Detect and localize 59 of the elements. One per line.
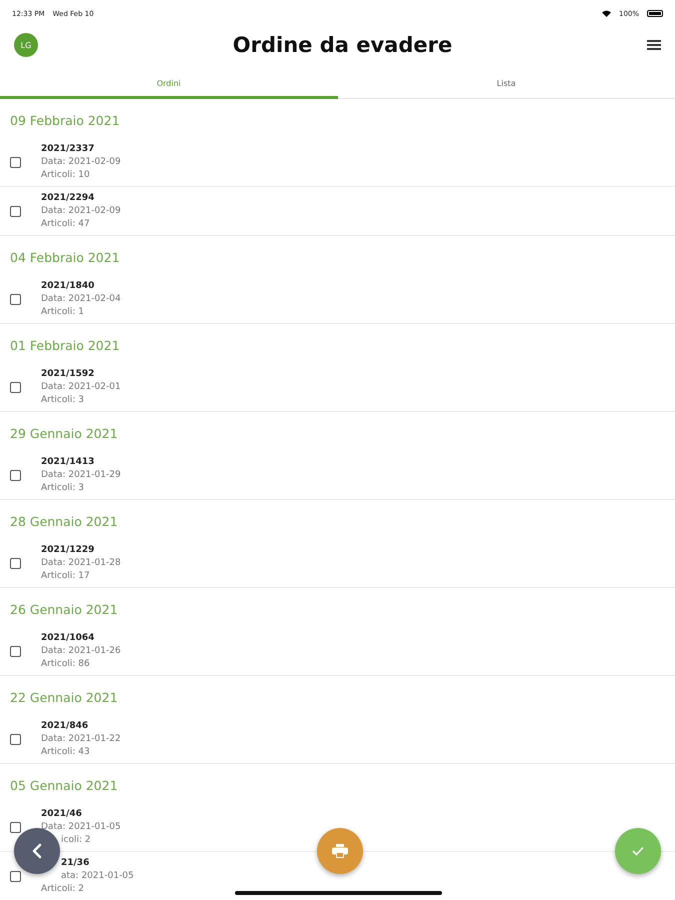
check-icon (631, 845, 645, 857)
date-heading: 05 Gennaio 2021 (9, 777, 119, 795)
order-date: Data: 2021-02-09 (41, 204, 121, 218)
date-heading: 26 Gennaio 2021 (9, 601, 119, 619)
item-count: Articoli: 86 (41, 658, 91, 670)
order-date: Data: 2021-02-01 (41, 380, 121, 394)
back-icon (31, 843, 43, 859)
checkbox[interactable] (10, 470, 21, 480)
item-count: Articoli: 43 (41, 746, 91, 758)
checkbox[interactable] (10, 382, 21, 392)
back-button[interactable] (14, 828, 60, 874)
order-number: 2021/46 (41, 808, 83, 820)
checkbox[interactable] (10, 734, 21, 744)
item-count: icoli: 2 (60, 834, 92, 846)
order-date: Data: 2021-01-05 (41, 820, 121, 834)
order-date: Data: 2021-02-04 (41, 292, 121, 306)
order-number: 2021/1064 (41, 632, 96, 644)
item-count: Articoli: 2 (41, 882, 85, 896)
order-number: 2021/1413 (41, 456, 96, 468)
order-number: 2021/1229 (41, 544, 96, 556)
date-heading: 22 Gennaio 2021 (9, 689, 119, 707)
order-date: Data: 2021-01-26 (41, 644, 121, 658)
order-date: Data: 2021-01-29 (41, 468, 121, 482)
tab[interactable]: Ordini (0, 71, 338, 99)
order-number: 2021/846 (41, 720, 90, 732)
checkbox[interactable] (10, 206, 21, 216)
order-date: Data: 2021-01-22 (41, 732, 121, 746)
checkbox[interactable] (10, 156, 21, 168)
order-date: Data: 2021-01-28 (41, 556, 121, 570)
order-number: 2021/1592 (41, 368, 96, 380)
item-count: Articoli: 3 (41, 482, 85, 494)
checkbox[interactable] (10, 294, 21, 304)
checkbox[interactable] (10, 870, 21, 882)
menu-icon[interactable] (647, 39, 661, 51)
wifi-icon (602, 10, 611, 17)
checkbox[interactable] (10, 558, 21, 568)
item-count: Articoli: 1 (41, 306, 85, 318)
item-count: Articoli: 47 (41, 218, 91, 230)
order-date: Data: 2021-02-09 (41, 156, 121, 168)
page-title: Ordine da evadere (232, 33, 454, 57)
order-number: 21/36 (60, 856, 90, 870)
item-count: Articoli: 10 (41, 168, 91, 182)
date-heading: 28 Gennaio 2021 (9, 513, 119, 531)
checkbox[interactable] (10, 646, 21, 656)
tab[interactable]: Lista (338, 71, 675, 99)
item-count: Articoli: 17 (41, 570, 91, 582)
avatar[interactable]: LG (14, 33, 38, 57)
order-number: 2021/1840 (41, 280, 96, 292)
date-heading: 29 Gennaio 2021 (9, 425, 119, 443)
date-heading: 04 Febbraio 2021 (9, 249, 121, 267)
item-count: Articoli: 3 (41, 394, 85, 406)
order-number: 2021/2294 (41, 192, 96, 204)
date-heading: 09 Febbraio 2021 (9, 112, 121, 130)
order-number: 2021/2337 (41, 142, 96, 156)
battery-icon (647, 10, 663, 17)
checkbox[interactable] (10, 822, 21, 832)
order-date: ata: 2021-01-05 (60, 870, 134, 882)
printer-icon (332, 844, 348, 858)
date-heading: 01 Febbraio 2021 (9, 337, 121, 355)
